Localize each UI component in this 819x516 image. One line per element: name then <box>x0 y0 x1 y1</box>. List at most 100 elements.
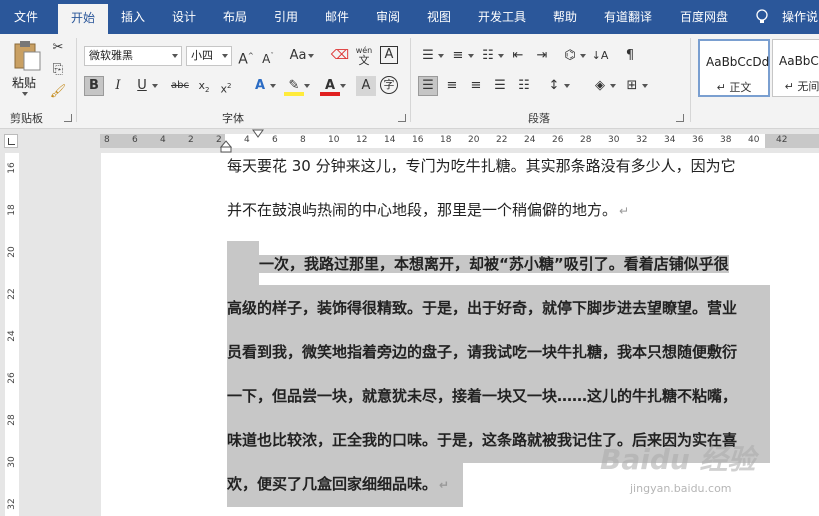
ruler-number: 4 <box>160 135 166 145</box>
borders-icon[interactable]: ⊞ <box>622 76 648 96</box>
chevron-down-icon <box>222 54 228 58</box>
style-no-spacing[interactable]: AaBbC ↵ 无间 <box>772 39 819 97</box>
vertical-ruler-number: 28 <box>7 414 17 426</box>
paragraph-mark: ↵ <box>439 478 450 492</box>
tab-mailings[interactable]: 邮件 <box>316 0 358 34</box>
copy-icon[interactable]: ⎘ <box>48 60 68 80</box>
document-line-selected: 一次，我路过那里，本想离开，却被“苏小糖”吸引了。看着店铺似乎很 <box>227 241 729 287</box>
align-left-button[interactable]: ☰ <box>418 76 438 96</box>
style-no-spacing-sample: AaBbC <box>779 54 819 68</box>
tell-me-search[interactable]: 操作说 <box>782 0 818 34</box>
chinese-layout-icon[interactable]: ⌬ <box>560 46 586 66</box>
ruler-number: 42 <box>776 135 788 145</box>
underline-button[interactable]: U <box>132 76 158 96</box>
bold-button[interactable]: B <box>84 76 104 96</box>
document-line-selected: 员看到我，微笑地指着旁边的盘子，请我试吃一块牛扎糖，我本只想随便敷衍 <box>227 329 770 375</box>
font-size-value: 小四 <box>191 49 213 62</box>
highlight-color-icon[interactable]: ✎ <box>284 76 310 96</box>
font-size-combo[interactable]: 小四 <box>186 46 232 66</box>
clear-formatting-icon[interactable]: ⌫ <box>330 46 350 66</box>
decrease-indent-icon[interactable]: ⇤ <box>508 46 528 66</box>
tab-developer[interactable]: 开发工具 <box>468 0 536 34</box>
paste-dropdown-arrow[interactable] <box>22 92 28 96</box>
tab-file[interactable]: 文件 <box>0 0 52 34</box>
line-text: 一次，我路过那里，本想离开，却被“苏小糖”吸引了。看着店铺似乎很 <box>259 255 729 273</box>
ruler-number: 8 <box>104 135 110 145</box>
character-border-icon[interactable]: A <box>380 46 398 64</box>
paste-label[interactable]: 粘贴 <box>12 74 36 91</box>
lightbulb-icon[interactable] <box>756 9 768 25</box>
tab-selector-button[interactable] <box>4 134 18 148</box>
numbering-icon[interactable]: ≡ <box>448 46 474 66</box>
document-line-selected: 欢，便买了几盒回家细细品味。 ↵ <box>227 461 463 507</box>
tab-design[interactable]: 设计 <box>162 0 206 34</box>
cut-icon[interactable]: ✂ <box>48 38 68 58</box>
ruler-number: 6 <box>132 135 138 145</box>
style-normal-sample: AaBbCcDd <box>706 55 770 69</box>
font-name-value: 微软雅黑 <box>89 49 133 62</box>
tab-view[interactable]: 视图 <box>418 0 460 34</box>
paragraph-launcher-icon[interactable] <box>676 114 684 122</box>
grow-font-icon[interactable]: A^ <box>236 46 256 68</box>
clipboard-group-label: 剪贴板 <box>10 112 43 125</box>
font-launcher-icon[interactable] <box>398 114 406 122</box>
multilevel-list-icon[interactable]: ☷ <box>478 46 504 66</box>
align-center-button[interactable]: ≡ <box>442 76 462 96</box>
subscript-button[interactable]: x2 <box>194 76 214 96</box>
tab-baidu-netdisk[interactable]: 百度网盘 <box>670 0 738 34</box>
paragraph-mark: ↵ <box>619 204 630 218</box>
font-name-combo[interactable]: 微软雅黑 <box>84 46 182 66</box>
sort-icon[interactable]: ↓A <box>590 46 610 66</box>
style-normal[interactable]: AaBbCcDd ↵ 正文 <box>698 39 770 97</box>
increase-indent-icon[interactable]: ⇥ <box>532 46 552 66</box>
change-case-icon[interactable]: Aa <box>288 46 314 66</box>
document-line: 每天要花 30 分钟来这儿，专门为吃牛扎糖。其实那条路没有多少人，因为它 <box>227 143 736 189</box>
document-line-selected: 高级的样子，装饰得很精致。于是，出于好奇，就停下脚步进去望瞭望。营业 <box>227 285 770 331</box>
vertical-ruler-number: 32 <box>7 498 17 510</box>
strikethrough-button[interactable]: abc <box>170 76 190 96</box>
tab-home[interactable]: 开始 <box>58 4 108 34</box>
paste-icon[interactable] <box>12 40 42 72</box>
tab-layout[interactable]: 布局 <box>214 0 256 34</box>
shrink-font-icon[interactable]: Aˇ <box>258 46 278 66</box>
style-normal-label: ↵ 正文 <box>716 81 752 94</box>
superscript-button[interactable]: x2 <box>216 76 236 96</box>
enclose-characters-icon[interactable]: 字 <box>380 76 398 94</box>
line-text: 员看到我，微笑地指着旁边的盘子，请我试吃一块牛扎糖，我本只想随便敷衍 <box>227 343 738 361</box>
font-color-icon[interactable]: A <box>320 76 346 96</box>
group-divider <box>76 38 77 122</box>
line-text: 并不在鼓浪屿热闹的中心地段，那里是一个稍偏僻的地方。 <box>227 201 618 219</box>
italic-button[interactable]: I <box>108 76 128 96</box>
clipboard-launcher-icon[interactable] <box>64 114 72 122</box>
line-spacing-icon[interactable]: ↕ <box>544 76 570 96</box>
ruler-number: 2 <box>188 135 194 145</box>
line-text: 欢，便买了几盒回家细细品味。 <box>227 475 438 493</box>
vertical-ruler-number: 20 <box>7 246 17 258</box>
first-line-indent-marker[interactable] <box>252 129 264 139</box>
paragraph-group-label: 段落 <box>528 112 550 125</box>
tab-help[interactable]: 帮助 <box>544 0 586 34</box>
vertical-ruler-number: 18 <box>7 204 17 216</box>
shading-icon[interactable]: ◈ <box>590 76 616 96</box>
text-effects-icon[interactable]: A <box>250 76 276 96</box>
ribbon-home: 粘贴 ✂ ⎘ 🖌 剪贴板 微软雅黑 小四 A^ Aˇ Aa ⌫ wén 文 A B… <box>0 34 819 129</box>
ruler-number: 40 <box>748 135 760 145</box>
style-no-spacing-label: ↵ 无间 <box>784 80 819 93</box>
align-right-button[interactable]: ≡ <box>466 76 486 96</box>
line-text: 高级的样子，装饰得很精致。于是，出于好奇，就停下脚步进去望瞭望。营业 <box>227 299 738 317</box>
bullets-icon[interactable]: ☰ <box>418 46 444 66</box>
vertical-ruler[interactable]: 16 18 20 22 24 26 28 30 32 <box>5 153 19 516</box>
tab-youdao[interactable]: 有道翻译 <box>594 0 662 34</box>
tab-insert[interactable]: 插入 <box>112 0 154 34</box>
distributed-button[interactable]: ☷ <box>514 76 534 96</box>
character-shading-icon[interactable]: A <box>356 76 376 96</box>
phonetic-guide-icon[interactable]: wén 文 <box>354 46 374 66</box>
tab-review[interactable]: 审阅 <box>366 0 410 34</box>
justify-button[interactable]: ☰ <box>490 76 510 96</box>
baidu-jingyan-logo: Baidu 经验 <box>600 443 756 476</box>
line-text: 每天要花 30 分钟来这儿，专门为吃牛扎糖。其实那条路没有多少人，因为它 <box>227 157 736 175</box>
baidu-jingyan-url: jingyan.baidu.com <box>630 482 732 495</box>
format-painter-icon[interactable]: 🖌 <box>48 82 68 102</box>
tab-references[interactable]: 引用 <box>264 0 308 34</box>
show-marks-icon[interactable]: ¶ <box>620 46 640 66</box>
